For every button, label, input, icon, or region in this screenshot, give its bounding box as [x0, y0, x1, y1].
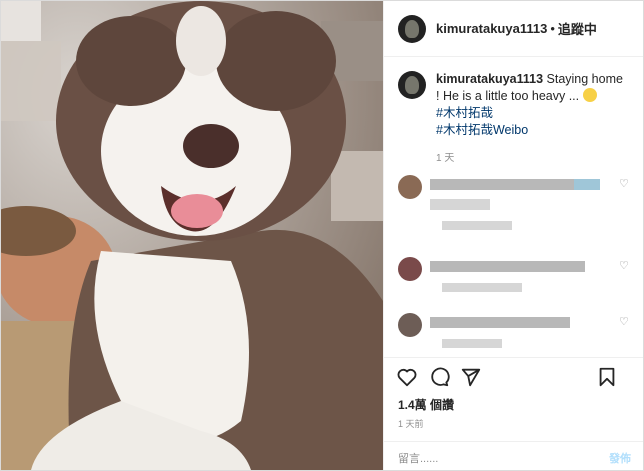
comment-input[interactable]: 留言...... — [398, 450, 438, 466]
dog-photo — [1, 1, 383, 470]
comment-text-blurred — [430, 261, 585, 272]
comment-text-blurred — [430, 199, 490, 210]
hashtag-kimura-weibo[interactable]: #木村拓哉Weibo — [436, 122, 626, 139]
author-username[interactable]: kimuratakuya1113 — [436, 21, 547, 36]
small-heart-icon[interactable]: ♡ — [619, 261, 630, 272]
comment-text-blurred — [430, 179, 580, 190]
instagram-post: kimuratakuya1113 • 追蹤中 kimuratakuya1113 … — [0, 0, 644, 471]
header-separator: • — [550, 21, 555, 36]
caption-body: kimuratakuya1113 Staying home ! He is a … — [436, 71, 626, 139]
caption-time: 1 天 — [436, 153, 455, 164]
follow-status-button[interactable]: 追蹤中 — [558, 19, 597, 38]
sweat-smile-emoji-icon — [582, 88, 597, 102]
post-time: 1 天前 — [398, 419, 424, 429]
heart-icon[interactable] — [396, 366, 418, 388]
comment-meta-blurred — [442, 339, 502, 348]
caption-avatar[interactable] — [398, 71, 426, 99]
commenter-avatar[interactable] — [398, 175, 422, 199]
small-heart-icon[interactable]: ♡ — [619, 179, 630, 190]
commenter-avatar[interactable] — [398, 313, 422, 337]
hashtag-kimura[interactable]: #木村拓哉 — [436, 105, 626, 122]
comment-meta-blurred — [442, 283, 522, 292]
post-header: kimuratakuya1113 • 追蹤中 — [384, 1, 643, 57]
post-side-panel: kimuratakuya1113 • 追蹤中 kimuratakuya1113 … — [383, 1, 643, 470]
like-count[interactable]: 1.4萬 個讚 — [398, 396, 454, 413]
commenter-avatar[interactable] — [398, 257, 422, 281]
small-heart-icon[interactable]: ♡ — [619, 317, 630, 328]
bookmark-icon[interactable] — [596, 366, 618, 388]
comment-text-blurred — [430, 317, 570, 328]
author-avatar[interactable] — [398, 14, 426, 43]
post-comment-button[interactable]: 發佈 — [609, 450, 631, 466]
comment-input-bar: 留言...... 發佈 — [384, 441, 643, 470]
caption: kimuratakuya1113 Staying home ! He is a … — [384, 57, 643, 153]
comment-meta-blurred — [442, 221, 512, 230]
action-bar — [384, 357, 643, 399]
paper-plane-icon[interactable] — [460, 366, 482, 388]
caption-username[interactable]: kimuratakuya1113 — [436, 72, 543, 86]
post-photo[interactable] — [1, 1, 383, 470]
comment-icon[interactable] — [428, 366, 450, 388]
comment-text-blurred — [574, 179, 600, 190]
